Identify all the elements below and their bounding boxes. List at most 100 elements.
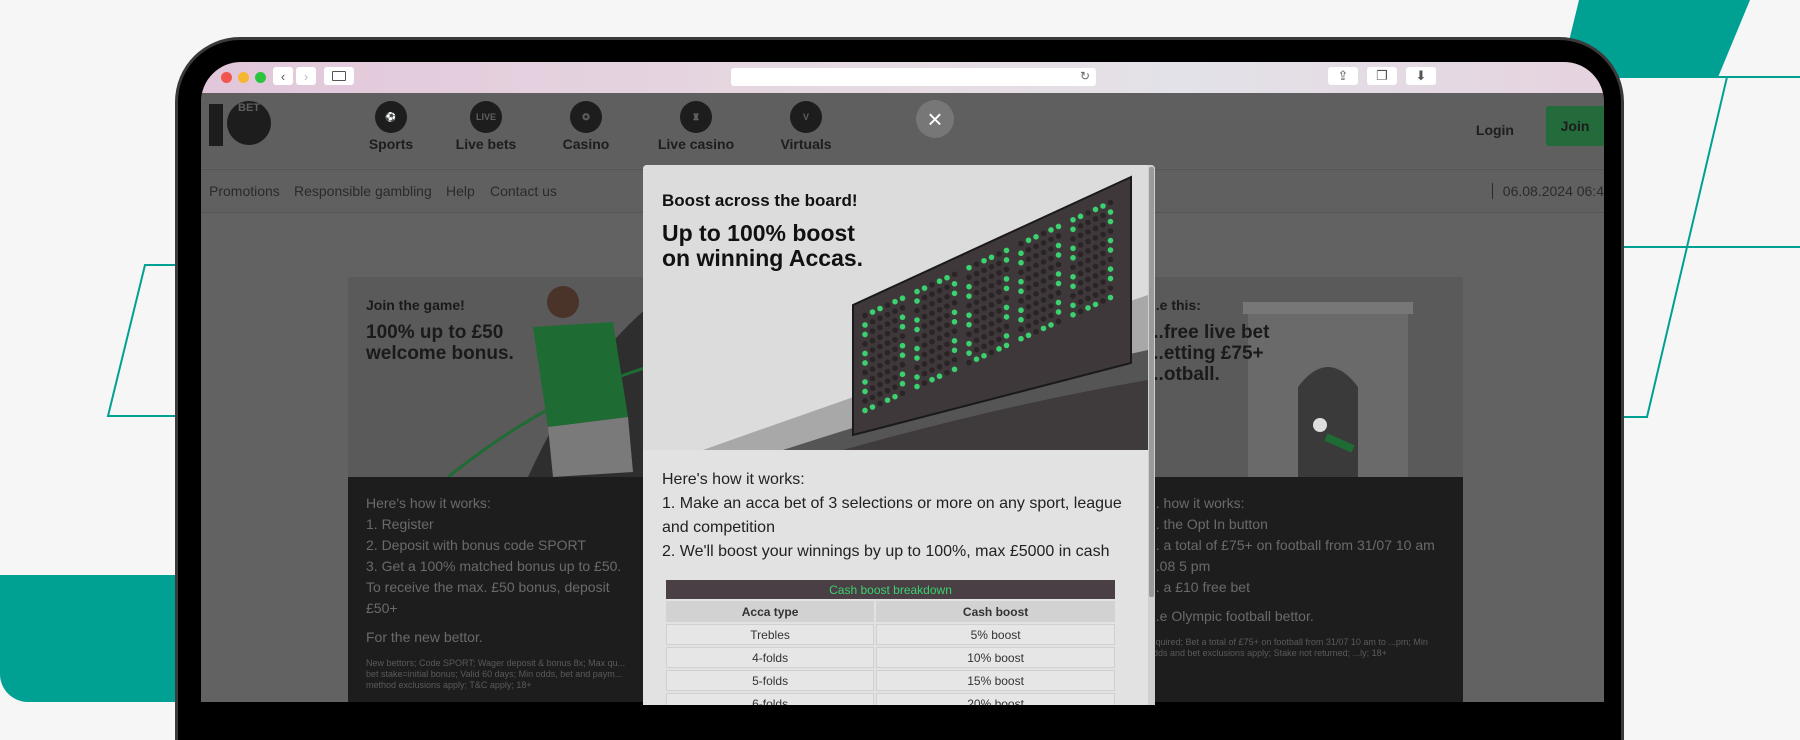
- maximize-window-button[interactable]: [255, 72, 266, 83]
- led-dot: [1077, 261, 1084, 267]
- led-dot: [921, 304, 928, 310]
- led-dot: [1100, 279, 1106, 285]
- led-dot: [1003, 304, 1010, 311]
- led-dot: [1018, 288, 1024, 295]
- table-row: 5-folds 15% boost: [666, 670, 1115, 691]
- subnav-contact-us[interactable]: Contact us: [490, 183, 557, 199]
- led-dot: [884, 397, 891, 403]
- column-header: Acca type: [666, 601, 875, 622]
- nav-casino[interactable]: ✪ Casino: [541, 101, 631, 152]
- subnav-promotions[interactable]: Promotions: [209, 183, 280, 199]
- led-dot: [996, 279, 1002, 286]
- forward-button[interactable]: ›: [296, 67, 316, 85]
- led-dot: [1048, 246, 1054, 252]
- live-icon: LIVE: [470, 101, 502, 133]
- led-dot: [1077, 308, 1084, 315]
- downloads-button[interactable]: ⬇: [1406, 67, 1436, 85]
- promo-card-welcome[interactable]: Join the game! 100% up to £50 welcome bo…: [348, 277, 648, 702]
- login-button[interactable]: Login: [1476, 122, 1514, 138]
- led-dot: [1100, 260, 1106, 266]
- led-dot: [1040, 230, 1047, 237]
- subnav-help[interactable]: Help: [446, 183, 475, 199]
- led-dot: [929, 291, 935, 297]
- led-dot: [862, 322, 868, 328]
- led-dot: [1085, 248, 1091, 254]
- back-button[interactable]: ‹: [273, 67, 293, 85]
- address-bar[interactable]: ↻: [731, 68, 1096, 86]
- minimize-window-button[interactable]: [238, 72, 249, 83]
- led-dot: [884, 378, 891, 384]
- sidebar-toggle-button[interactable]: [324, 67, 354, 85]
- tabs-button[interactable]: ❐: [1367, 67, 1397, 85]
- led-dot: [1070, 236, 1076, 242]
- led-dot: [929, 348, 935, 354]
- close-modal-button[interactable]: ×: [916, 100, 954, 138]
- share-button[interactable]: ⇪: [1328, 67, 1358, 85]
- led-dot: [1033, 272, 1039, 278]
- led-dot: [1077, 289, 1084, 296]
- promo-card-body: ... how it works: ... the Opt In button …: [1148, 477, 1463, 702]
- led-dot: [936, 354, 943, 361]
- scrollbar-thumb[interactable]: [1149, 167, 1154, 597]
- led-dot: [981, 286, 987, 293]
- footballer-illustration: Join the game! 100% up to £50 welcome bo…: [348, 277, 648, 477]
- led-dot: [936, 306, 943, 313]
- reload-icon[interactable]: ↻: [1080, 69, 1090, 83]
- led-dot: [877, 400, 883, 407]
- led-dot: [899, 295, 906, 302]
- led-dot: [892, 327, 898, 333]
- led-dot: [944, 284, 950, 291]
- nav-live-casino[interactable]: ♜ Live casino: [641, 101, 751, 152]
- led-dot: [1003, 276, 1010, 282]
- led-dot: [951, 281, 958, 287]
- led-dot: [981, 352, 987, 359]
- led-dot: [914, 345, 920, 352]
- nav-sports[interactable]: ⚽ Sports: [351, 101, 431, 152]
- led-dot: [1100, 222, 1106, 228]
- led-dot: [921, 285, 928, 291]
- led-dot: [988, 254, 995, 261]
- led-dot: [1077, 280, 1084, 286]
- led-dot: [936, 373, 943, 380]
- led-dot: [1025, 256, 1032, 263]
- promo-card-olympic-football[interactable]: ...e this: ...free live bet ...etting £7…: [1148, 277, 1463, 702]
- led-dot: [869, 347, 876, 353]
- close-window-button[interactable]: [221, 72, 232, 83]
- led-dot: [1070, 302, 1076, 309]
- led-dot: [988, 339, 995, 346]
- led-dot: [1055, 223, 1062, 230]
- arc-de-triomphe-illustration: ...e this: ...free live bet ...etting £7…: [1148, 277, 1463, 477]
- led-dot: [1085, 286, 1091, 292]
- subnav-responsible-gambling[interactable]: Responsible gambling: [294, 183, 432, 199]
- led-dot: [944, 331, 950, 338]
- led-dot: [1100, 231, 1106, 238]
- led-dot: [981, 276, 987, 283]
- led-dot: [1040, 306, 1047, 313]
- led-dot: [966, 274, 972, 280]
- led-dot: [921, 313, 928, 320]
- led-dot: [1107, 247, 1114, 253]
- led-dot: [973, 299, 980, 305]
- join-button[interactable]: Join: [1546, 106, 1604, 146]
- 10bet-logo[interactable]: BET: [209, 101, 271, 151]
- led-dot: [944, 322, 950, 329]
- led-dot: [877, 381, 883, 388]
- led-dot: [899, 380, 906, 387]
- nav-virtuals[interactable]: V Virtuals: [756, 101, 856, 152]
- led-dot: [936, 297, 943, 304]
- led-dot: [1107, 237, 1114, 244]
- led-dot: [944, 274, 950, 281]
- led-dot: [1077, 299, 1084, 305]
- led-dot: [996, 251, 1002, 257]
- led-dot: [988, 320, 995, 327]
- led-dot: [1018, 326, 1024, 333]
- nav-live-bets[interactable]: LIVE Live bets: [436, 101, 536, 152]
- led-dot: [914, 383, 920, 390]
- led-dot: [951, 338, 958, 344]
- table-row: 6-folds 20% boost: [666, 693, 1115, 705]
- led-dot: [1077, 270, 1084, 277]
- led-dot: [869, 337, 876, 344]
- led-dot: [944, 350, 950, 357]
- modal-scrollbar[interactable]: [1148, 165, 1155, 705]
- led-dot: [899, 361, 906, 368]
